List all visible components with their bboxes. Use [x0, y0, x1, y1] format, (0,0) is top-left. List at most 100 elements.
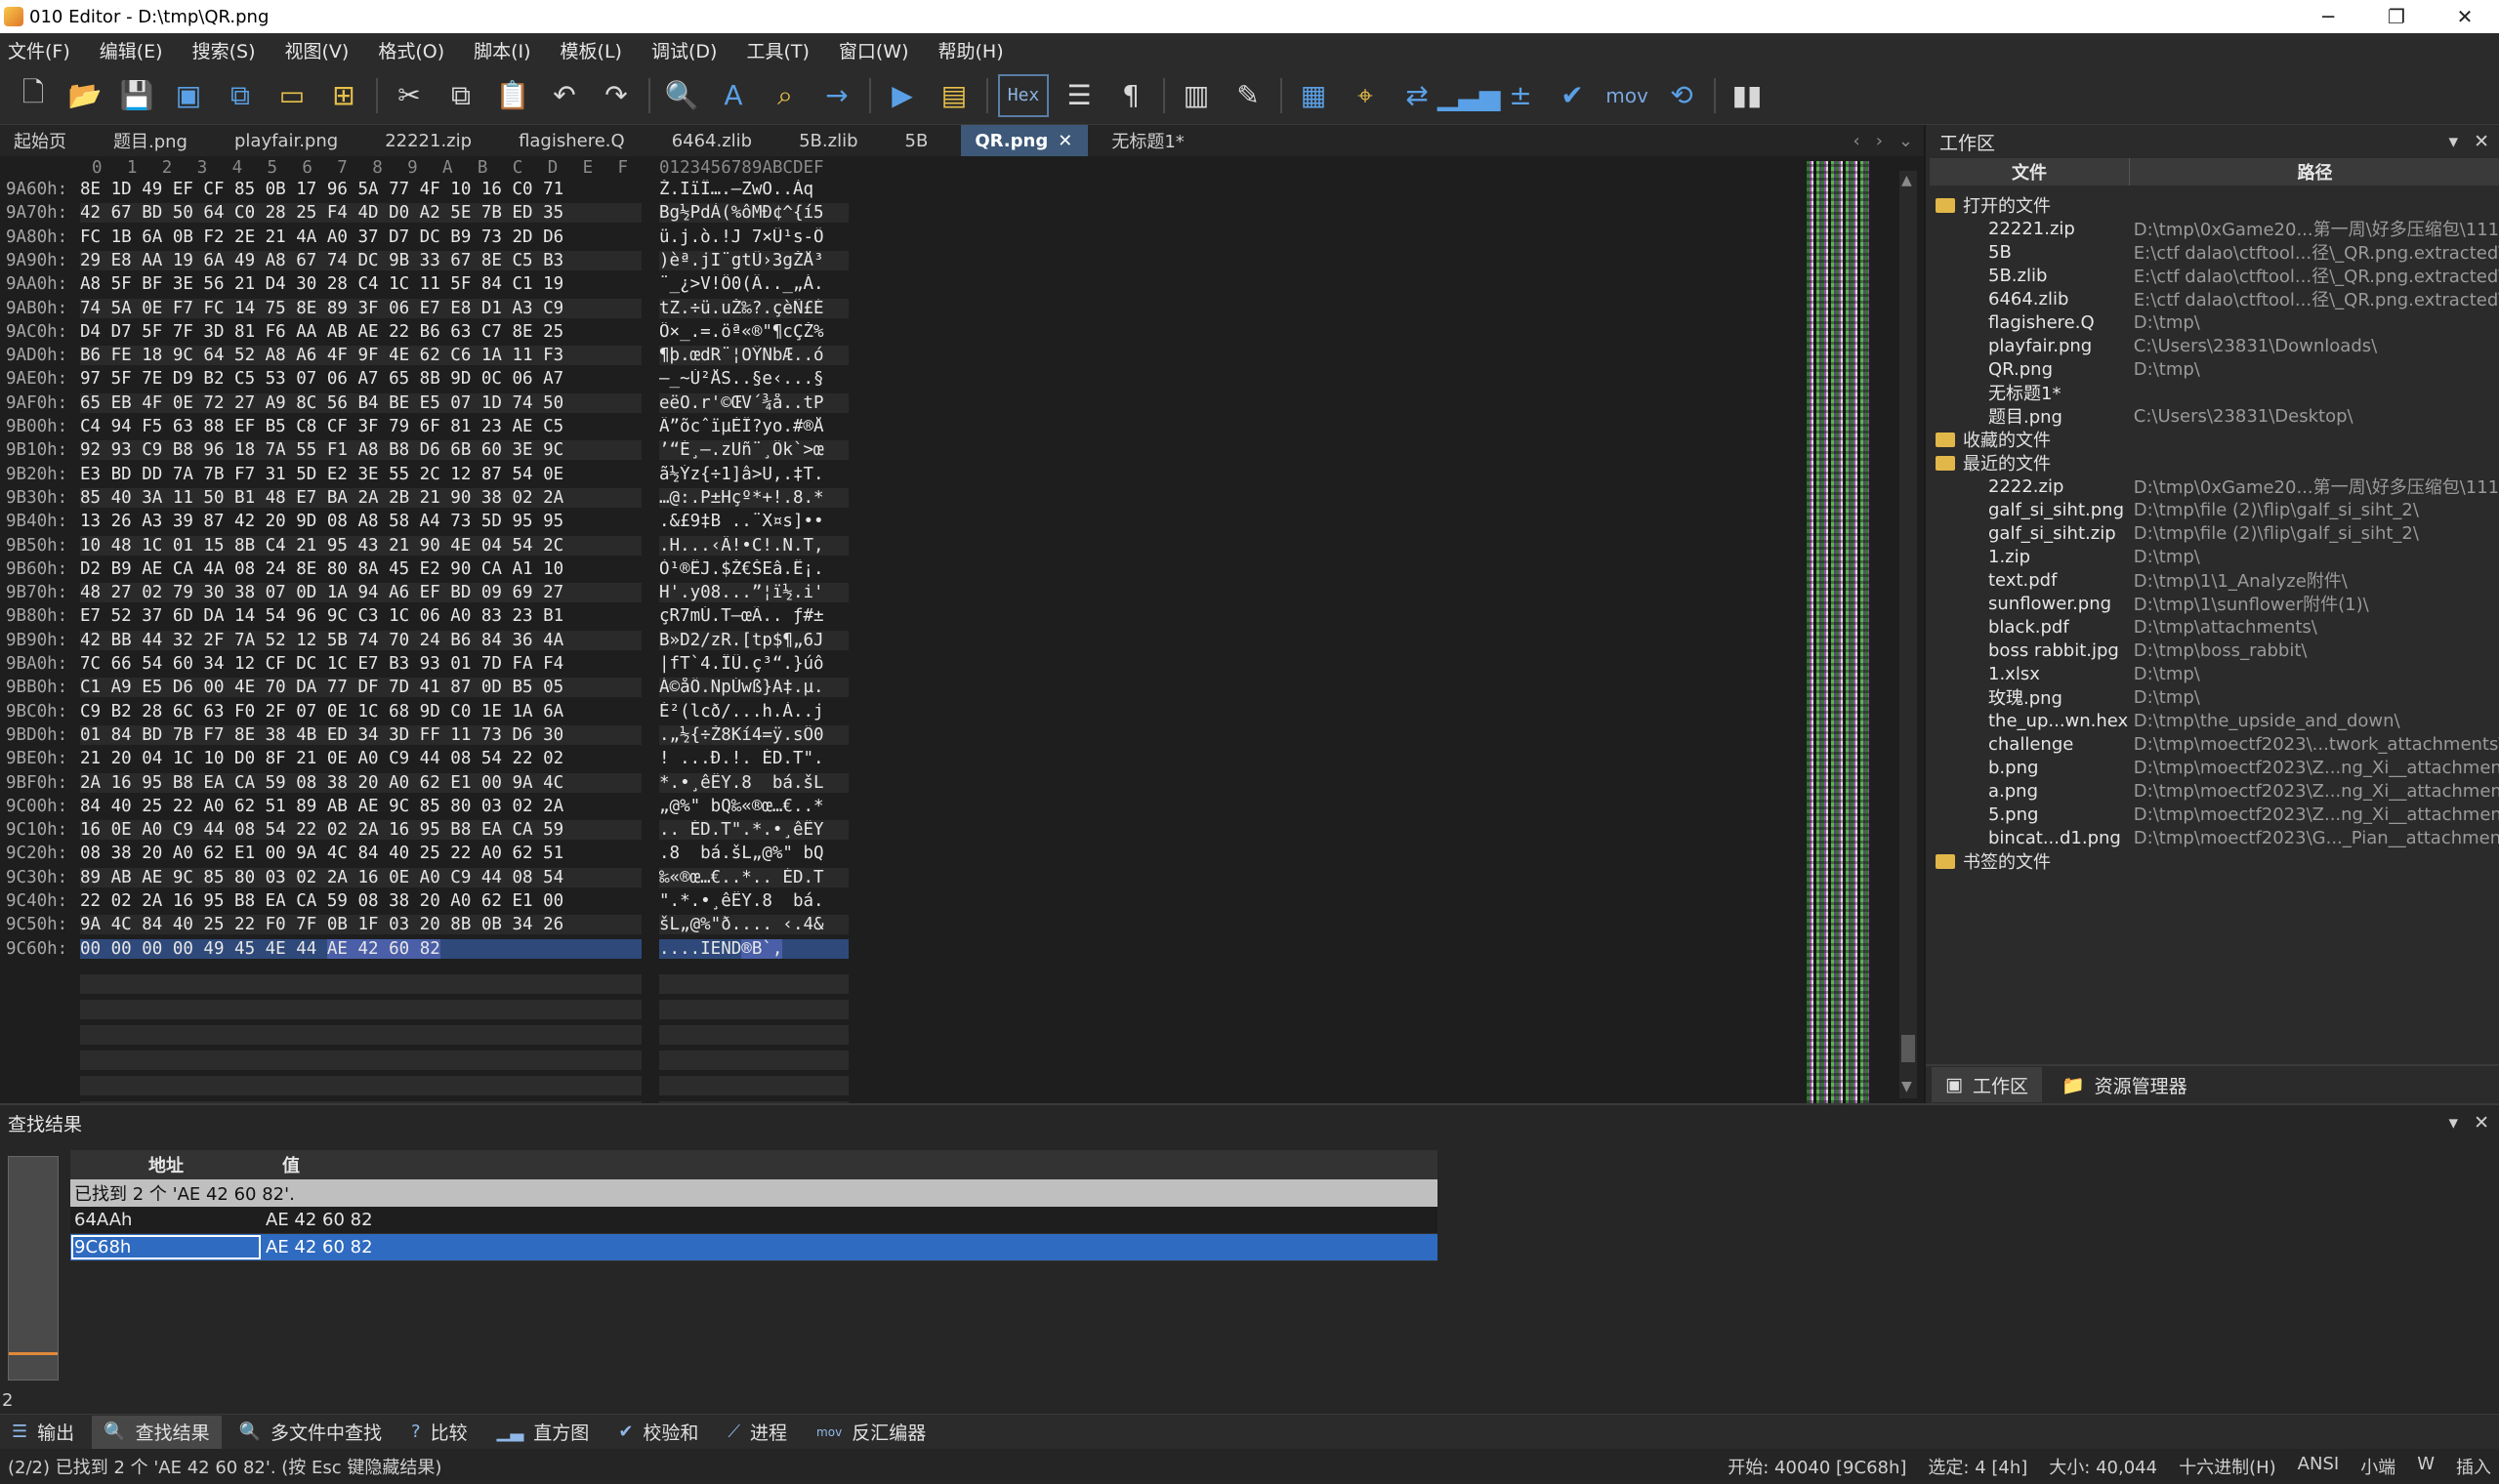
tree-item[interactable]: the_up...wn.hex D:\tmp\the_upside_and_dow…: [1930, 709, 2499, 732]
hex-bytes[interactable]: 84 40 25 22 A0 62 51 89 AB AE 9C 85 80 0…: [80, 797, 642, 816]
find-replace-icon[interactable]: A: [712, 74, 755, 117]
ascii-text[interactable]: .8 bá.šL„@%" bQ: [659, 844, 849, 863]
inspector-icon[interactable]: ⌖: [1344, 74, 1387, 117]
tree-item[interactable]: 2222.zip D:\tmp\0xGame20...第一周\好多压缩包\1111…: [1930, 474, 2499, 499]
hex-bytes[interactable]: 22 02 2A 16 95 B8 EA CA 59 08 38 20 A0 6…: [80, 891, 642, 911]
ascii-text[interactable]: É²(lcð/...h.À..j: [659, 702, 849, 721]
tree-item[interactable]: black.pdf D:\tmp\attachments\: [1930, 615, 2499, 639]
hex-row[interactable]: 9AB0h: 74 5A 0E F7 FC 14 75 8E 89 3F 06 E…: [0, 298, 859, 322]
ascii-text[interactable]: ã½Ýz{÷1]â>U,.‡T.: [659, 465, 849, 484]
status-selected[interactable]: 选定: 4 [4h]: [1928, 1454, 2027, 1479]
hex-row[interactable]: 9A80h: FC 1B 6A 0B F2 2E 21 4A A0 37 D7 D…: [0, 227, 859, 251]
hex-bytes[interactable]: E3 BD DD 7A 7B F7 31 5D E2 3E 55 2C 12 8…: [80, 465, 642, 484]
hex-bytes[interactable]: 8E 1D 49 EF CF 85 0B 17 96 5A 77 4F 10 1…: [80, 180, 642, 199]
status-encoding[interactable]: ANSI: [2298, 1454, 2340, 1479]
hex-row[interactable]: 9C00h: 84 40 25 22 A0 62 51 89 AB AE 9C 8…: [0, 797, 859, 820]
close-button[interactable]: ✕: [2431, 0, 2499, 33]
panel-menu-icon[interactable]: ▾: [2449, 1112, 2459, 1134]
hex-row[interactable]: 9BD0h: 01 84 BD 7B F7 8E 38 4B ED 34 3D F…: [0, 724, 859, 749]
hex-bytes[interactable]: FC 1B 6A 0B F2 2E 21 4A A0 37 D7 DC B9 7…: [80, 227, 642, 247]
hex-row[interactable]: 9B10h: 92 93 C9 B8 96 18 7A 55 F1 A8 B8 D…: [0, 440, 859, 464]
tab-explorer[interactable]: 📁 资源管理器: [2048, 1067, 2201, 1102]
scroll-up-icon[interactable]: ▲: [1901, 173, 1912, 188]
checksum-icon[interactable]: ±: [1499, 74, 1542, 117]
menu-file[interactable]: 文件(F): [8, 37, 70, 63]
hex-bytes[interactable]: 00 00 00 00 49 45 4E 44 AE 42 60 82: [80, 938, 642, 959]
menu-help[interactable]: 帮助(H): [938, 37, 1004, 63]
hex-bytes[interactable]: 89 AB AE 9C 85 80 03 02 2A 16 0E A0 C9 4…: [80, 867, 642, 887]
tree-item[interactable]: text.pdf D:\tmp\1\1_Analyze附件\: [1930, 568, 2499, 593]
edit-as-icon[interactable]: ☰: [1058, 74, 1101, 117]
panel-close-icon[interactable]: ✕: [2474, 1112, 2489, 1134]
ascii-text[interactable]: B»D2/zR.[tp$¶„6J: [659, 630, 849, 650]
status-mode[interactable]: 十六进制(H): [2179, 1454, 2276, 1479]
ascii-text[interactable]: ¨_¿>V!Ô0(Ä.._„Á.: [659, 274, 849, 294]
menu-edit[interactable]: 编辑(E): [100, 37, 163, 63]
ascii-text[interactable]: —_~Ù²ÅS..§e‹...§: [659, 369, 849, 389]
tree-group[interactable]: 书签的文件: [1930, 849, 2499, 873]
tab-next-icon[interactable]: ›: [1876, 131, 1883, 151]
menu-window[interactable]: 窗口(W): [839, 37, 909, 63]
hex-bytes[interactable]: C4 94 F5 63 88 EF B5 C8 CF 3F 79 6F 81 2…: [80, 417, 642, 436]
save-icon[interactable]: 💾: [115, 74, 158, 117]
highlight-icon[interactable]: ✎: [1227, 74, 1270, 117]
bottom-tab-find-results[interactable]: 🔍 查找结果: [92, 1415, 222, 1449]
tree-item[interactable]: challenge D:\tmp\moectf2023\...twork_atta…: [1930, 732, 2499, 756]
ascii-text[interactable]: ....IEND®B`‚: [659, 938, 849, 959]
hex-row[interactable]: 9BA0h: 7C 66 54 60 34 12 CF DC 1C E7 B3 9…: [0, 654, 859, 678]
tree-item[interactable]: flagishere.Q D:\tmp\: [1930, 310, 2499, 334]
hex-row[interactable]: 9C50h: 9A 4C 84 40 25 22 F0 7F 0B 1F 03 2…: [0, 915, 859, 938]
bottom-tab-checksum[interactable]: ✔ 校验和: [606, 1416, 710, 1449]
hex-bytes[interactable]: E7 52 37 6D DA 14 54 96 9C C3 1C 06 A0 8…: [80, 606, 642, 626]
hex-row[interactable]: 9BC0h: C9 B2 28 6C 63 F0 2F 07 0E 1C 68 9…: [0, 702, 859, 725]
status-endian[interactable]: 小端: [2360, 1454, 2395, 1479]
bottom-tab-histogram[interactable]: ▁▃ 直方图: [485, 1416, 602, 1449]
tree-item[interactable]: 题目.png C:\Users\23831\Desktop\: [1930, 404, 2499, 429]
tab-prev-icon[interactable]: ‹: [1853, 131, 1860, 151]
hex-bytes[interactable]: 85 40 3A 11 50 B1 48 E7 BA 2A 2B 21 90 3…: [80, 487, 642, 508]
ascii-text[interactable]: Á©åÖ.NpÚwß}A‡.µ.: [659, 678, 849, 698]
hex-bytes[interactable]: 42 BB 44 32 2F 7A 52 12 5B 74 70 24 B6 8…: [80, 630, 642, 650]
hex-row[interactable]: 9BE0h: 21 20 04 1C 10 D0 8F 21 0E A0 C9 4…: [0, 749, 859, 772]
cut-icon[interactable]: ✂: [388, 74, 431, 117]
hex-row[interactable]: 9C10h: 16 0E A0 C9 44 08 54 22 02 2A 16 9…: [0, 820, 859, 844]
hex-bytes[interactable]: 29 E8 AA 19 6A 49 A8 67 74 DC 9B 33 67 8…: [80, 250, 642, 270]
bottom-tab-find-in-files[interactable]: 🔍 多文件中查找: [228, 1416, 394, 1449]
tree-item[interactable]: bincat...d1.png D:\tmp\moectf2023\G..._Pi…: [1930, 826, 2499, 849]
hex-row[interactable]: 9B90h: 42 BB 44 32 2F 7A 52 12 5B 74 70 2…: [0, 630, 859, 654]
ascii-text[interactable]: Ä”õcˆïµÈÏ?yo.#®Å: [659, 417, 849, 436]
hex-bytes[interactable]: 21 20 04 1C 10 D0 8F 21 0E A0 C9 44 08 5…: [80, 749, 642, 768]
ascii-text[interactable]: Ž.IïÏ….–ZwO..Àq: [659, 180, 849, 199]
bottom-tab-disassembler[interactable]: mov 反汇编器: [805, 1416, 937, 1449]
ascii-text[interactable]: ! ...Ð.!. ÉD.T".: [659, 749, 849, 768]
hex-bytes[interactable]: 2A 16 95 B8 EA CA 59 08 38 20 A0 62 E1 0…: [80, 772, 642, 793]
tab-flagishere-q[interactable]: flagishere.Q: [505, 125, 641, 156]
find-results-overview[interactable]: [8, 1156, 59, 1381]
tab-playfair-png[interactable]: playfair.png: [221, 125, 354, 156]
tree-group[interactable]: 打开的文件: [1930, 193, 2499, 217]
maximize-button[interactable]: ❐: [2362, 0, 2431, 33]
tree-item[interactable]: 玫瑰.png D:\tmp\: [1930, 685, 2499, 710]
tree-item[interactable]: b.png D:\tmp\moectf2023\Z...ng_Xi__attach…: [1930, 756, 2499, 779]
tree-item[interactable]: 6464.zlib E:\ctf dalao\ctftool...径\_QR.pn…: [1930, 287, 2499, 311]
hex-row[interactable]: 9B60h: D2 B9 AE CA 4A 08 24 8E 80 8A 45 E…: [0, 559, 859, 583]
hex-row[interactable]: 9C60h: 00 00 00 00 49 45 4E 44 AE 42 60 8…: [0, 938, 859, 963]
tree-item[interactable]: QR.png D:\tmp\: [1930, 357, 2499, 381]
menu-debug[interactable]: 调试(D): [651, 37, 717, 63]
ascii-text[interactable]: …@:.P±Hçº*+!.8.*: [659, 487, 849, 508]
hex-bytes-selected[interactable]: AE 42 60 82: [326, 938, 440, 959]
tab-6464-zlib[interactable]: 6464.zlib: [658, 125, 768, 156]
menu-search[interactable]: 搜索(S): [192, 37, 256, 63]
hex-bytes[interactable]: A8 5F BF 3E 56 21 D4 30 28 C4 1C 11 5F 8…: [80, 274, 642, 294]
find-in-files-icon[interactable]: ⌕: [764, 74, 807, 117]
tab-list-icon[interactable]: ⌄: [1898, 131, 1913, 151]
ascii-text[interactable]: ".*.•¸êÊY.8 bá.: [659, 891, 849, 911]
hex-row[interactable]: 9AC0h: D4 D7 5F 7F 3D 81 F6 AA AB AE 22 B…: [0, 322, 859, 346]
panel-menu-icon[interactable]: ▾: [2449, 131, 2459, 152]
hex-row[interactable]: 9BF0h: 2A 16 95 B8 EA CA 59 08 38 20 A0 6…: [0, 772, 859, 797]
file-bitmap-view[interactable]: [1807, 161, 1869, 1103]
ascii-text[interactable]: *.•¸êÊY.8 bá.šL: [659, 772, 849, 793]
hex-bytes[interactable]: 13 26 A3 39 87 42 20 9D 08 A8 58 A4 73 5…: [80, 512, 642, 531]
tree-item[interactable]: 无标题1*: [1930, 381, 2499, 404]
hex-bytes[interactable]: 74 5A 0E F7 FC 14 75 8E 89 3F 06 E7 E8 D…: [80, 298, 642, 318]
